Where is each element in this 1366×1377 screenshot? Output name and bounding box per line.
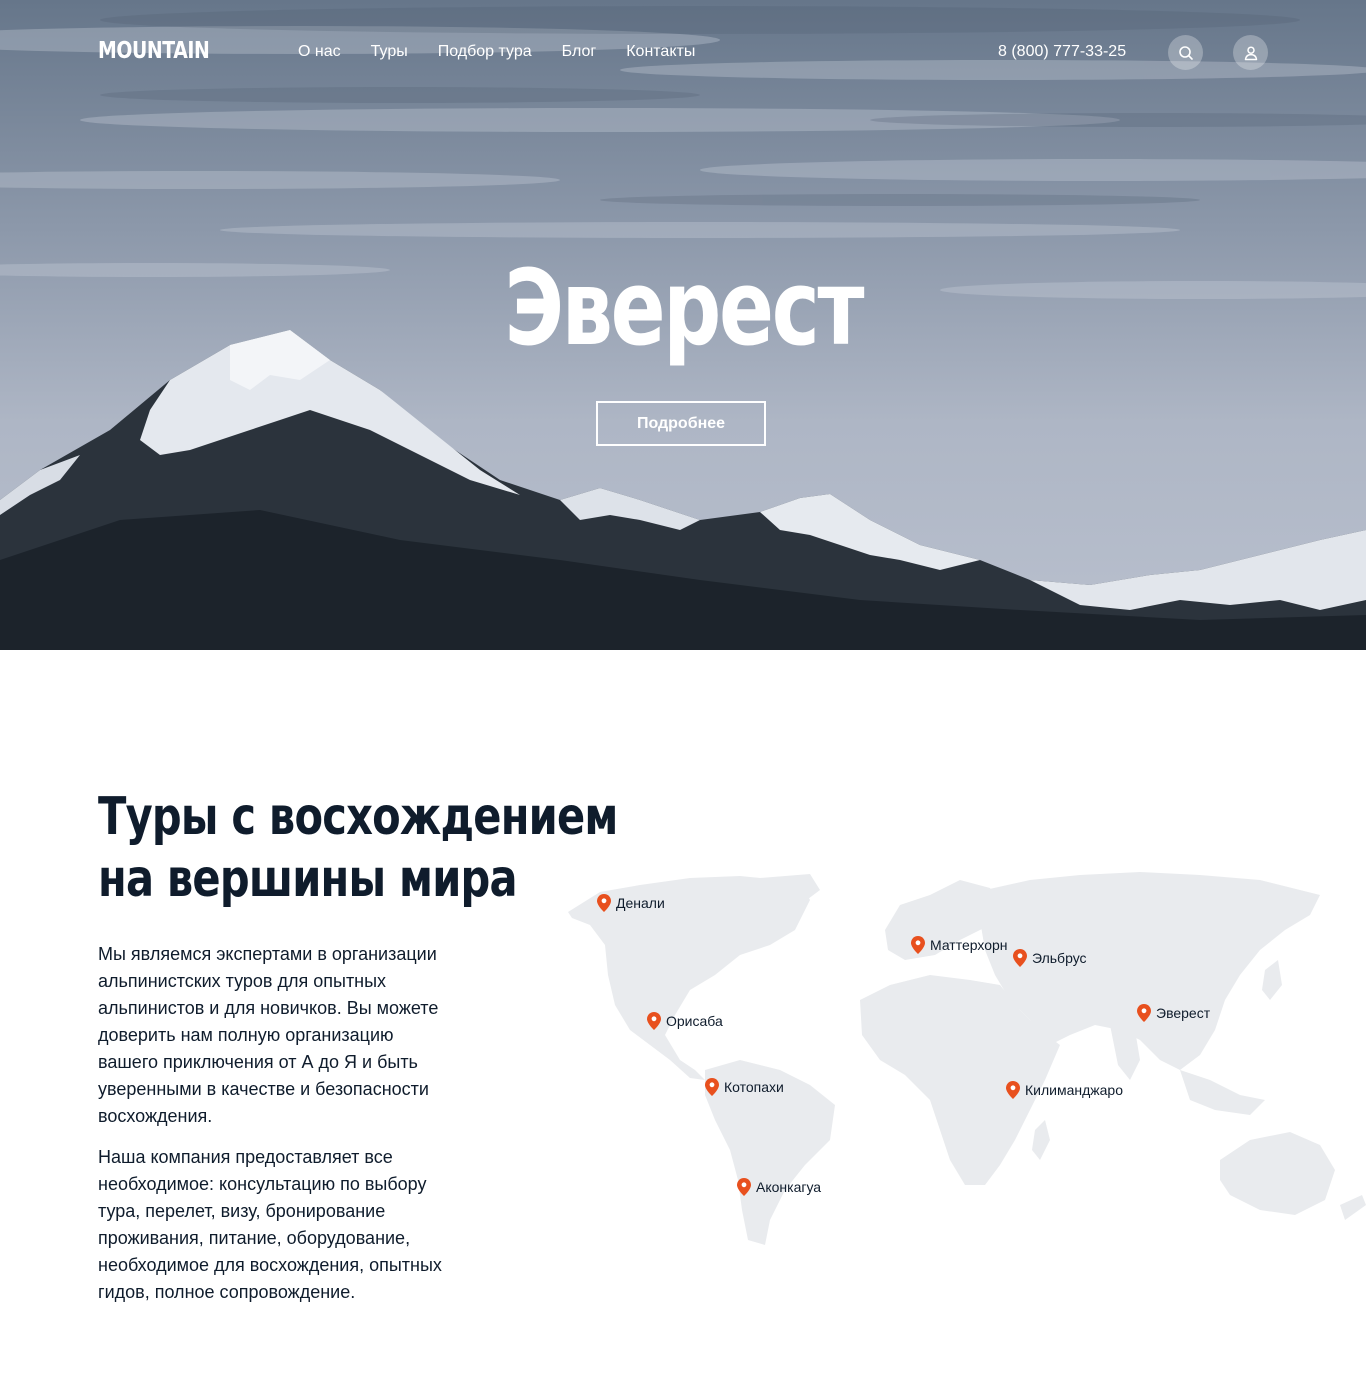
hero-title-text: Эверест <box>504 247 864 369</box>
phone-number[interactable]: 8 (800) 777-33-25 <box>998 42 1126 62</box>
mountain-range-image <box>0 330 1366 650</box>
menu-item-tours[interactable]: Туры <box>371 42 408 62</box>
map-pin-icon[interactable] <box>705 1078 719 1096</box>
pin-label-orizaba[interactable]: Орисаба <box>666 1013 723 1029</box>
main-menu: О нас Туры Подбор тура Блог Контакты <box>298 42 695 62</box>
map-pin-icon[interactable] <box>1006 1081 1020 1099</box>
site-logo[interactable]: MOUNTAIN <box>98 38 210 64</box>
map-pin-icon[interactable] <box>1137 1004 1151 1022</box>
more-details-button[interactable]: Подробнее <box>596 401 766 446</box>
search-icon <box>1178 45 1193 60</box>
map-pin-icon[interactable] <box>597 894 611 912</box>
hero-banner: MOUNTAIN О нас Туры Подбор тура Блог Кон… <box>0 0 1366 650</box>
top-navigation: MOUNTAIN О нас Туры Подбор тура Блог Кон… <box>0 0 1366 105</box>
world-map-continents <box>568 872 1366 1245</box>
pin-label-aconcagua[interactable]: Аконкагуа <box>756 1179 821 1195</box>
menu-item-tour-selection[interactable]: Подбор тура <box>438 42 532 62</box>
section-title: Туры с восхождением на вершины мира <box>98 786 618 910</box>
section-title-line-2: на вершины мира <box>98 849 518 909</box>
hero-title: Эверест <box>0 248 1366 368</box>
map-pin-icon[interactable] <box>911 936 925 954</box>
pin-label-cotopaxi[interactable]: Котопахи <box>724 1079 784 1095</box>
pin-label-kilimanjaro[interactable]: Килиманджаро <box>1025 1082 1123 1098</box>
user-icon <box>1244 45 1257 60</box>
menu-item-about[interactable]: О нас <box>298 42 341 62</box>
pin-label-denali[interactable]: Денали <box>616 895 665 911</box>
section-title-line-1: Туры с восхождением <box>98 787 618 847</box>
pin-label-elbrus[interactable]: Эльбрус <box>1032 950 1087 966</box>
world-map: Денали Маттерхорн Эльбрус Орисаба Эверес… <box>560 860 1366 1260</box>
about-paragraph-2: Наша компания предоставляет все необходи… <box>98 1147 442 1302</box>
user-account-button[interactable] <box>1233 35 1268 70</box>
menu-item-blog[interactable]: Блог <box>562 42 597 62</box>
pin-label-everest[interactable]: Эверест <box>1156 1005 1210 1021</box>
about-paragraph-1: Мы являемся экспертами в организации аль… <box>98 944 439 1126</box>
menu-item-contacts[interactable]: Контакты <box>626 42 695 62</box>
search-button[interactable] <box>1168 35 1203 70</box>
map-pin-icon[interactable] <box>647 1012 661 1030</box>
map-pin-icon[interactable] <box>1013 949 1027 967</box>
map-pin-icon[interactable] <box>737 1178 751 1196</box>
pin-label-matterhorn[interactable]: Маттерхорн <box>930 937 1008 953</box>
